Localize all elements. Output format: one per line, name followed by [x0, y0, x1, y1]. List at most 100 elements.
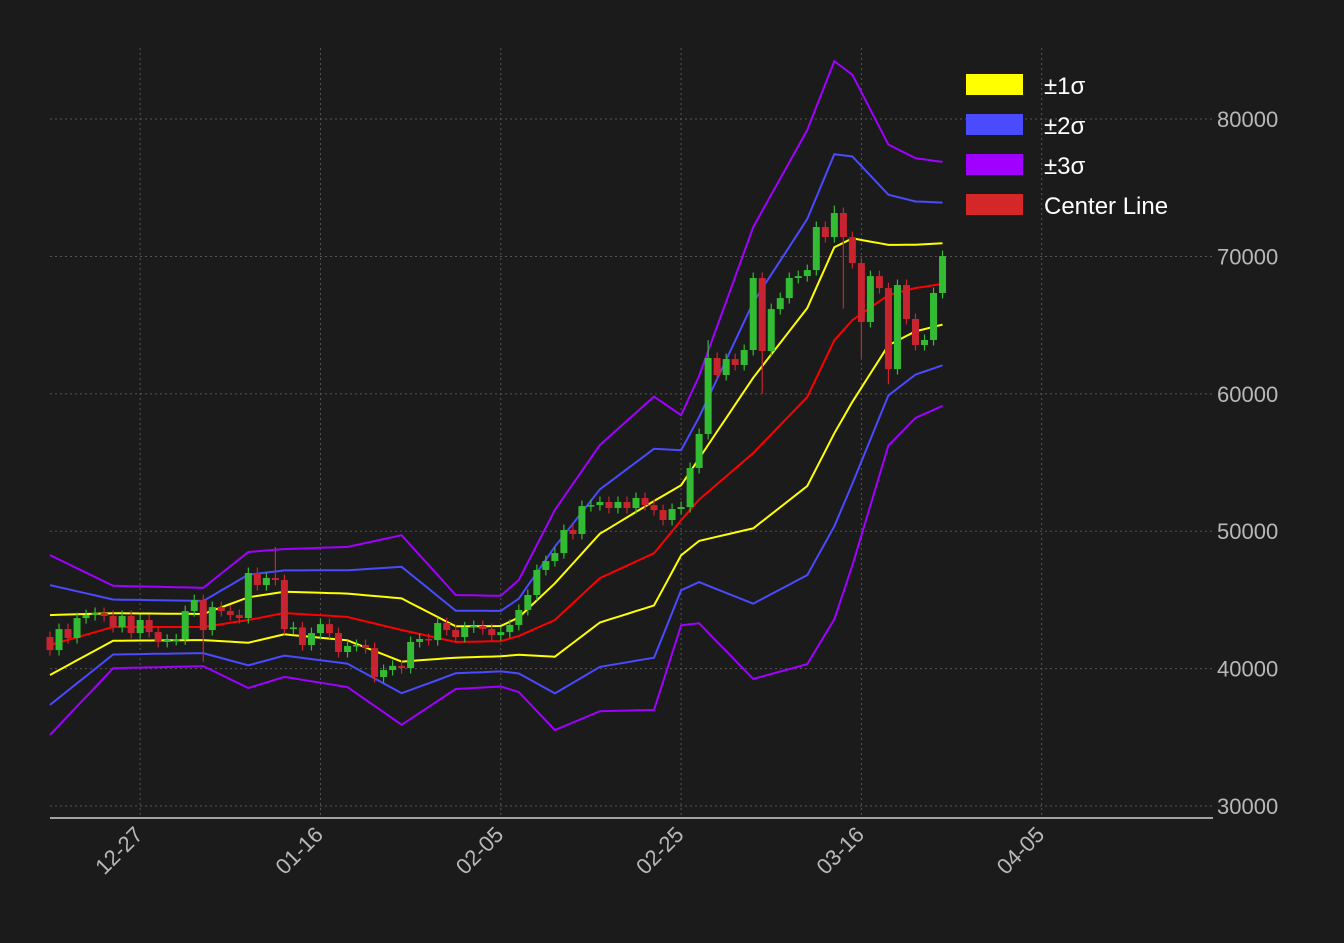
candle	[848, 231, 856, 269]
candle-body	[172, 639, 180, 641]
candle-body	[190, 600, 198, 612]
candle-body	[262, 577, 270, 586]
candle	[713, 352, 721, 381]
candle	[614, 496, 622, 514]
candle	[686, 462, 694, 513]
candle-body	[289, 627, 297, 630]
candle-body	[235, 615, 243, 619]
candle-body	[650, 505, 658, 511]
candle-body	[127, 616, 135, 634]
candle-body	[839, 213, 847, 238]
candle	[353, 639, 361, 652]
candle	[794, 270, 802, 284]
y-tick-label: 40000	[1217, 657, 1278, 682]
candle	[416, 633, 424, 648]
candle-body	[749, 278, 757, 351]
candle	[82, 609, 90, 624]
candle-body	[821, 227, 829, 238]
candle-body	[632, 497, 640, 509]
candle-body	[497, 632, 505, 636]
candle-body	[136, 620, 144, 634]
candle-body	[803, 270, 811, 277]
candle	[821, 221, 829, 243]
candle-body	[461, 627, 469, 638]
candle-body	[677, 507, 685, 509]
x-axis-ticks: 12-27 01-16 02-05 02-25 03-16 04-05	[90, 822, 1049, 879]
candle-body	[73, 618, 81, 639]
candle	[145, 614, 153, 638]
candle-body	[812, 227, 820, 271]
candle-body	[659, 510, 667, 520]
candle	[930, 287, 938, 346]
candle	[226, 605, 234, 621]
candle	[334, 627, 342, 658]
candle	[55, 623, 63, 656]
upper-2sigma-band	[49, 153, 943, 612]
candle	[560, 524, 568, 559]
candle	[839, 207, 847, 309]
candle-body	[91, 612, 99, 616]
candle	[136, 614, 144, 639]
upper-1sigma-band	[49, 237, 943, 628]
x-tick-label: 02-25	[631, 822, 688, 879]
candle-body	[794, 276, 802, 279]
candle	[921, 334, 929, 351]
candle-body	[109, 616, 117, 628]
candle	[307, 627, 315, 651]
y-tick-label: 80000	[1217, 107, 1278, 132]
candle-body	[587, 505, 595, 507]
legend-label: ±2σ	[1044, 113, 1086, 140]
candle-body	[226, 611, 234, 616]
candle	[46, 631, 54, 656]
legend-label: Center Line	[1044, 193, 1168, 220]
candle-body	[722, 359, 730, 376]
candle	[316, 618, 324, 639]
candle-body	[857, 263, 865, 322]
candle-body	[893, 285, 901, 370]
candle-body	[731, 359, 739, 365]
candle	[407, 636, 415, 674]
candle-body	[64, 629, 72, 639]
candle-body	[515, 609, 523, 625]
candle-body	[758, 278, 766, 351]
x-tick-label: 03-16	[811, 822, 868, 879]
candle-body	[560, 530, 568, 554]
candle-body	[605, 501, 613, 509]
candle-body	[208, 607, 216, 631]
y-axis-ticks: 30000 40000 50000 60000 70000 80000	[1217, 107, 1278, 819]
candle-body	[542, 561, 550, 570]
candle	[677, 501, 685, 515]
candle-body	[334, 633, 342, 653]
candle-body	[641, 497, 649, 506]
legend-swatch	[966, 154, 1023, 175]
candle	[884, 282, 892, 385]
y-tick-label: 50000	[1217, 519, 1278, 544]
upper-3sigma-band	[49, 59, 943, 597]
legend-swatch	[966, 74, 1023, 95]
candle	[911, 313, 919, 351]
candle	[253, 567, 261, 591]
candle-body	[569, 530, 577, 534]
candle	[812, 221, 820, 276]
lower-3sigma-band	[49, 404, 943, 736]
candle	[803, 264, 811, 282]
legend-swatch	[966, 194, 1023, 215]
candle	[659, 504, 667, 526]
legend-label: ±3σ	[1044, 153, 1086, 180]
candle-body	[443, 623, 451, 631]
candle-body	[118, 616, 126, 628]
candle	[434, 617, 442, 646]
candle-body	[344, 645, 352, 653]
legend-label: ±1σ	[1044, 73, 1086, 100]
candle-body	[686, 468, 694, 508]
candle-body	[596, 501, 604, 506]
candle-body	[425, 638, 433, 641]
candle	[596, 496, 604, 511]
candle-body	[55, 629, 63, 651]
candle	[749, 272, 757, 356]
candle-body	[533, 569, 541, 595]
candle	[362, 639, 370, 654]
candle	[857, 257, 865, 359]
candle-body	[911, 318, 919, 346]
candle	[758, 272, 766, 394]
